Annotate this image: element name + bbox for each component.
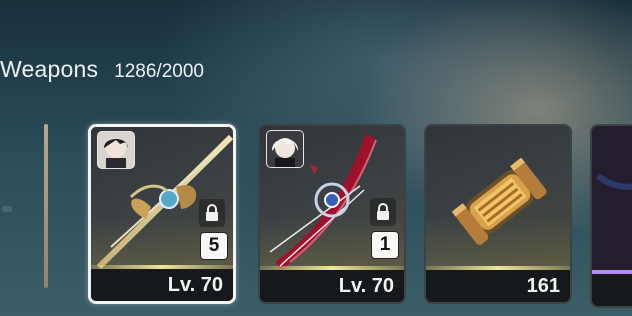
partial-card[interactable] [590,124,632,308]
category-title: Weapons [0,56,99,82]
quantity-badge: 5 [201,233,227,259]
weapon-card-2[interactable]: 1 Lv. 70 [258,124,406,304]
character-avatar [97,131,135,169]
level-label: Lv. 70 [260,270,404,302]
partial-item-icon [596,173,632,190]
brass-capsule-icon [426,126,570,274]
level-label: Lv. 70 [91,269,233,301]
lock-icon[interactable] [199,199,225,227]
inventory-count: 1286/2000 [114,61,204,82]
inventory-header: Weapons 1286/2000 [0,56,204,83]
card-footer [592,274,632,306]
scrollbar[interactable] [44,124,48,288]
weapon-card-1[interactable]: 5 Lv. 70 [88,124,236,304]
material-card[interactable]: 161 [424,124,572,304]
character-avatar [266,130,304,168]
lock-icon[interactable] [370,198,396,226]
scroll-hint [2,206,12,212]
quantity-badge: 1 [372,232,398,258]
item-count: 161 [426,270,570,302]
